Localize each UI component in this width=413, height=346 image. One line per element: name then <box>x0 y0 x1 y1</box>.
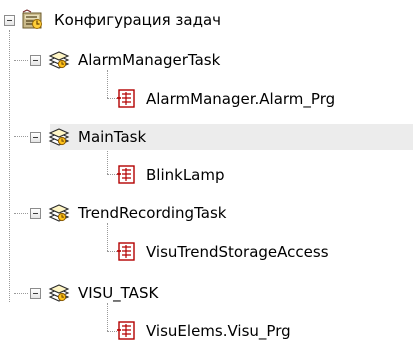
tree-root-label: Конфигурация задач <box>54 11 222 29</box>
tree-program-node[interactable]: VisuElems.Visu_Prg <box>116 318 413 344</box>
tree-line <box>14 60 28 61</box>
tree-line <box>107 70 108 98</box>
tree-line <box>107 303 108 331</box>
collapse-toggle[interactable] <box>30 208 41 219</box>
tree-line <box>107 223 108 251</box>
collapse-toggle[interactable] <box>4 15 15 26</box>
task-stack-icon <box>48 49 70 71</box>
tree-program-node[interactable]: VisuTrendStorageAccess <box>116 239 413 265</box>
task-label: MainTask <box>78 128 147 146</box>
program-call-icon <box>116 164 138 186</box>
tree-root-node[interactable]: Конфигурация задач <box>0 7 413 33</box>
program-label: BlinkLamp <box>146 166 225 184</box>
tree-line <box>9 30 10 302</box>
program-label: VisuTrendStorageAccess <box>146 243 329 261</box>
tree-line <box>14 213 28 214</box>
tree-task-node[interactable]: AlarmManagerTask <box>30 47 413 73</box>
collapse-toggle[interactable] <box>30 132 41 143</box>
tree-line <box>107 146 108 174</box>
tree-task-node[interactable]: VISU_TASK <box>30 280 413 306</box>
task-stack-icon <box>48 126 70 148</box>
collapse-toggle[interactable] <box>30 55 41 66</box>
tree-task-node[interactable]: MainTask <box>30 124 413 150</box>
tree-task-node[interactable]: TrendRecordingTask <box>30 200 413 226</box>
task-label: TrendRecordingTask <box>78 204 227 222</box>
program-label: AlarmManager.Alarm_Prg <box>146 90 336 108</box>
program-call-icon <box>116 241 138 263</box>
tree-line <box>14 136 28 137</box>
program-call-icon <box>116 88 138 110</box>
tree-line <box>14 293 28 294</box>
tree-program-node[interactable]: BlinkLamp <box>116 162 413 188</box>
collapse-toggle[interactable] <box>30 288 41 299</box>
task-config-icon <box>22 9 44 31</box>
task-stack-icon <box>48 282 70 304</box>
task-label: AlarmManagerTask <box>78 51 221 69</box>
program-call-icon <box>116 320 138 342</box>
tree-program-node[interactable]: AlarmManager.Alarm_Prg <box>116 86 413 112</box>
task-label: VISU_TASK <box>78 284 159 302</box>
program-label: VisuElems.Visu_Prg <box>146 322 291 340</box>
task-configuration-tree: Конфигурация задач AlarmManagerTask Alar… <box>0 0 413 345</box>
task-stack-icon <box>48 202 70 224</box>
